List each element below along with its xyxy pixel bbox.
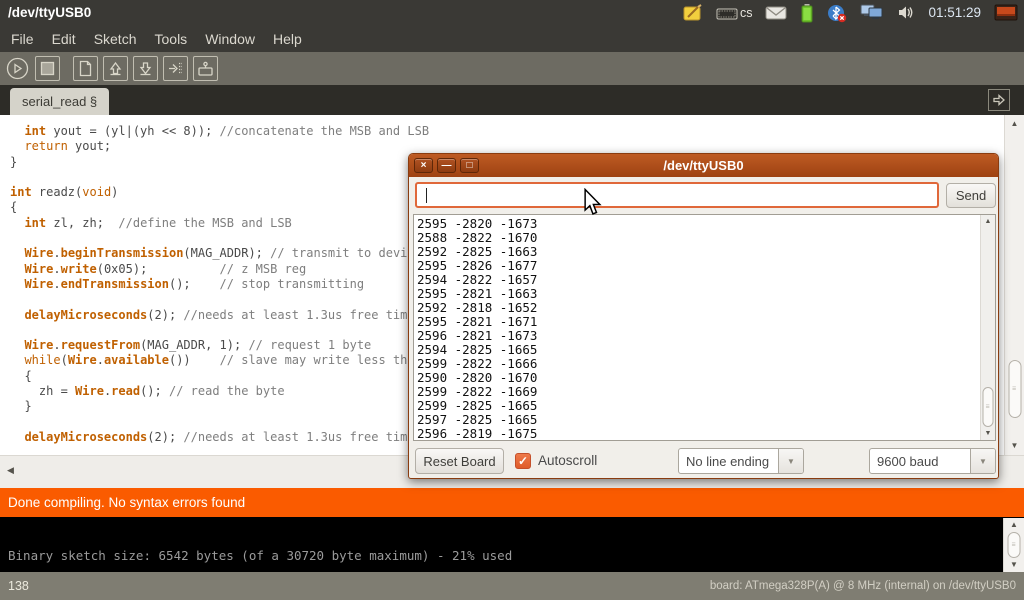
save-sketch-button[interactable] xyxy=(133,56,158,81)
system-tray: cs 01:51:29 xyxy=(683,3,1024,23)
serial-monitor-window: /dev/ttyUSB0 × — □ Send 2595 -2820 -1673… xyxy=(408,153,999,479)
chevron-down-icon[interactable]: ▼ xyxy=(970,449,995,473)
serial-monitor-titlebar[interactable]: /dev/ttyUSB0 × — □ xyxy=(409,154,998,177)
serial-output-scrollbar[interactable]: ▲ ≡ ▼ xyxy=(980,215,995,440)
line-ending-select[interactable]: No line ending ▼ xyxy=(678,448,804,474)
serial-monitor-button[interactable] xyxy=(193,56,218,81)
console-output: Binary sketch size: 6542 bytes (of a 307… xyxy=(8,548,512,563)
chevron-down-icon[interactable]: ▼ xyxy=(778,449,803,473)
scroll-down-icon[interactable]: ▼ xyxy=(1004,560,1024,570)
minimize-icon[interactable]: — xyxy=(437,158,456,173)
menu-tools[interactable]: Tools xyxy=(146,27,197,51)
reset-board-label: Reset Board xyxy=(423,454,495,469)
maximize-icon[interactable]: □ xyxy=(460,158,479,173)
compile-message: Done compiling. No syntax errors found xyxy=(8,495,245,510)
serial-output-lines: 2595 -2820 -16732588 -2822 -16702592 -28… xyxy=(414,215,995,441)
tab-label: serial_read § xyxy=(22,94,97,109)
desktop: /dev/ttyUSB0 cs 01:5 xyxy=(0,0,1024,600)
line-ending-value: No line ending xyxy=(679,449,778,473)
console-scroll-thumb[interactable]: ≡ xyxy=(1008,532,1021,558)
menu-sketch[interactable]: Sketch xyxy=(85,27,146,51)
menu-file[interactable]: File xyxy=(2,27,43,51)
serial-monitor-title: /dev/ttyUSB0 xyxy=(409,158,998,173)
new-sketch-button[interactable] xyxy=(73,56,98,81)
verify-button[interactable] xyxy=(5,56,30,81)
serial-scroll-thumb[interactable]: ≡ xyxy=(983,387,994,427)
close-icon[interactable]: × xyxy=(414,158,433,173)
autoscroll-label: Autoscroll xyxy=(538,453,597,468)
scroll-up-icon[interactable]: ▲ xyxy=(1005,119,1024,129)
toolbar xyxy=(0,52,1024,85)
bluetooth-icon[interactable] xyxy=(827,3,847,23)
stop-button[interactable] xyxy=(35,56,60,81)
scroll-down-icon[interactable]: ▼ xyxy=(1005,441,1024,451)
editor-vertical-scrollbar[interactable]: ▲ ≡ ▼ xyxy=(1004,115,1024,455)
menu-bar: File Edit Sketch Tools Window Help xyxy=(0,25,1024,52)
serial-input[interactable] xyxy=(415,182,939,208)
clock[interactable]: 01:51:29 xyxy=(928,5,981,20)
console-scrollbar[interactable]: ▲ ≡ ▼ xyxy=(1003,518,1024,572)
menu-edit[interactable]: Edit xyxy=(43,27,85,51)
network-icon[interactable] xyxy=(860,3,884,22)
arrow-right-icon xyxy=(992,94,1006,106)
board-info: board: ATmega328P(A) @ 8 MHz (internal) … xyxy=(710,580,1016,592)
keyboard-layout-label: cs xyxy=(740,6,753,20)
tab-menu-button[interactable] xyxy=(988,89,1010,111)
scroll-up-icon[interactable]: ▲ xyxy=(981,218,995,225)
baud-rate-select[interactable]: 9600 baud ▼ xyxy=(869,448,996,474)
status-bar: 138 board: ATmega328P(A) @ 8 MHz (intern… xyxy=(0,572,1024,600)
send-button[interactable]: Send xyxy=(946,183,996,208)
keyboard-icon[interactable]: cs xyxy=(716,6,753,20)
compile-status-bar: Done compiling. No syntax errors found xyxy=(0,488,1024,517)
baud-rate-value: 9600 baud xyxy=(870,449,970,473)
text-caret xyxy=(426,188,427,203)
battery-icon[interactable] xyxy=(800,3,814,23)
volume-icon[interactable] xyxy=(897,4,915,21)
autoscroll-checkbox[interactable]: ✓ xyxy=(515,453,531,469)
top-panel: /dev/ttyUSB0 cs 01:5 xyxy=(0,0,1024,25)
focused-window-title: /dev/ttyUSB0 xyxy=(0,5,91,20)
reset-board-button[interactable]: Reset Board xyxy=(415,448,504,474)
tab-bar: serial_read § xyxy=(0,85,1024,115)
console: Binary sketch size: 6542 bytes (of a 307… xyxy=(0,517,1024,572)
menu-window[interactable]: Window xyxy=(196,27,264,51)
note-icon[interactable] xyxy=(683,4,703,22)
upload-button[interactable] xyxy=(163,56,188,81)
scroll-up-icon[interactable]: ▲ xyxy=(1004,520,1024,530)
serial-monitor-bottom-bar: Reset Board ✓ Autoscroll No line ending … xyxy=(409,444,998,478)
line-number: 138 xyxy=(8,579,29,593)
open-sketch-button[interactable] xyxy=(103,56,128,81)
send-button-label: Send xyxy=(956,188,986,203)
serial-output[interactable]: 2595 -2820 -16732588 -2822 -16702592 -28… xyxy=(413,214,996,441)
editor-scroll-thumb[interactable]: ≡ xyxy=(1008,360,1021,418)
tab-serial-read[interactable]: serial_read § xyxy=(10,88,109,115)
mail-icon[interactable] xyxy=(765,5,787,20)
session-icon[interactable] xyxy=(994,4,1018,22)
scroll-left-icon[interactable]: ◀ xyxy=(7,465,14,476)
menu-help[interactable]: Help xyxy=(264,27,311,51)
scroll-down-icon[interactable]: ▼ xyxy=(981,430,995,437)
